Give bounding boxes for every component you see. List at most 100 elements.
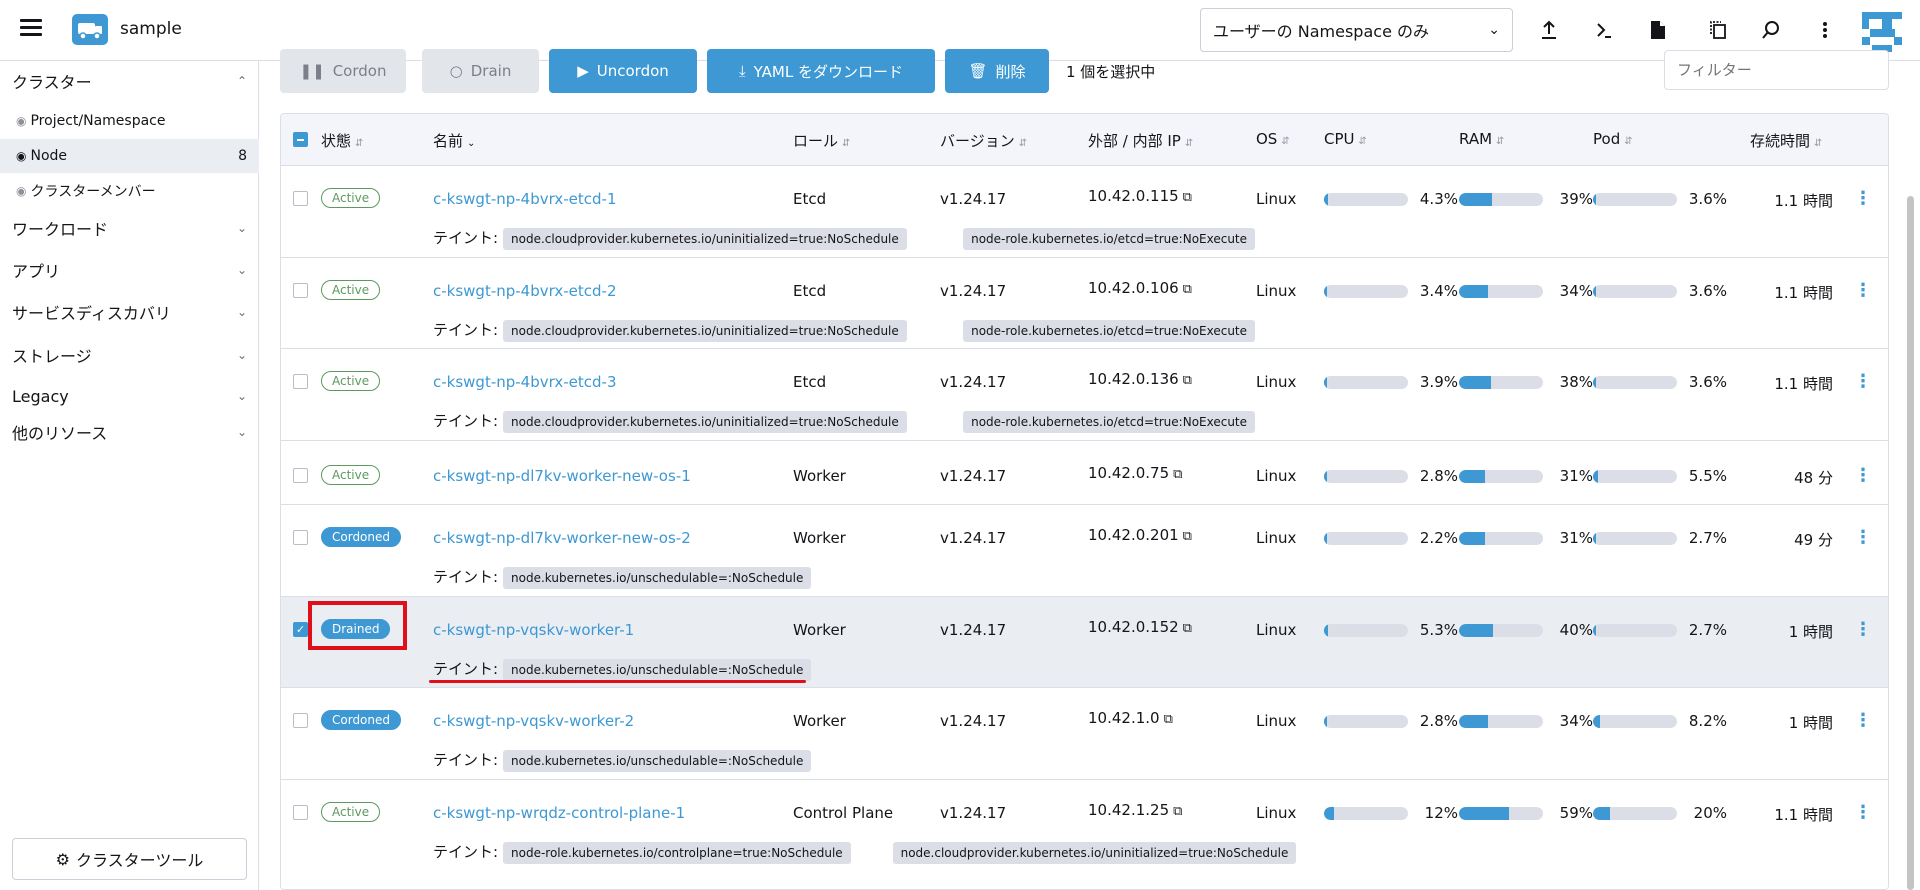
node-name-link[interactable]: c-kswgt-np-4bvrx-etcd-1 [433,190,617,208]
sidebar-group-other-resources[interactable]: 他のリソース ⌄ [0,418,259,446]
selection-count: 1 個を選択中 [1066,63,1156,81]
globe-icon: ◉ [16,149,27,163]
row-actions-icon[interactable]: ⋮ [1854,465,1872,486]
node-name-link[interactable]: c-kswgt-np-vqskv-worker-1 [433,621,634,639]
row-checkbox[interactable] [293,530,308,545]
column-header-name[interactable]: 名前 ⌄ [433,130,475,151]
status-badge: Active [321,802,381,822]
column-header-ram[interactable]: RAM ⇵ [1459,130,1504,148]
node-ip-value: 10.42.0.106 [1088,279,1179,297]
ram-usage-bar [1459,285,1543,298]
copy-ip-icon[interactable]: ⧉ [1183,190,1192,205]
namespace-filter-select[interactable]: ユーザーの Namespace のみ ⌄ [1200,8,1513,52]
row-actions-icon[interactable]: ⋮ [1854,280,1872,301]
highlight-box [308,601,407,650]
pod-usage-value: 3.6% [1688,282,1727,300]
cluster-logo-icon [72,14,108,45]
page-scrollbar[interactable] [1907,196,1914,890]
copy-ip-icon[interactable]: ⧉ [1173,467,1182,482]
copy-ip-icon[interactable]: ⧉ [1173,804,1182,819]
delete-button[interactable]: 🗑 削除 [945,49,1049,93]
copy-ip-icon[interactable]: ⧉ [1164,712,1173,727]
copy-ip-icon[interactable]: ⧉ [1183,282,1192,297]
cordon-button[interactable]: ❚❚ Cordon [280,49,406,93]
pod-usage-bar [1593,624,1677,637]
sidebar-item-cluster-members[interactable]: ◉ クラスターメンバー [0,174,259,208]
sort-icon: ⇵ [842,138,851,149]
drain-label: Drain [470,62,512,80]
node-ip-value: 10.42.0.152 [1088,618,1179,636]
status-badge: Active [321,188,381,208]
row-actions-icon[interactable]: ⋮ [1854,371,1872,392]
copy-ip-icon[interactable]: ⧉ [1183,621,1192,636]
row-actions-icon[interactable]: ⋮ [1854,710,1872,731]
drain-button[interactable]: ○ Drain [422,49,539,93]
table-row: Active c-kswgt-np-wrqdz-control-plane-1 Co… [281,780,1888,889]
sidebar-group-apps[interactable]: アプリ ⌄ [0,256,259,284]
sidebar-item-node[interactable]: ◉ Node 8 [0,139,259,173]
pod-usage-fill [1593,624,1596,637]
app-name[interactable]: sample [120,19,182,39]
download-yaml-button[interactable]: ⤓ YAML をダウンロード [707,49,935,93]
row-actions-icon[interactable]: ⋮ [1854,802,1872,823]
row-checkbox[interactable] [293,283,308,298]
pod-usage-value: 8.2% [1688,712,1727,730]
column-label: CPU [1324,130,1355,148]
copy-kubeconfig-icon[interactable] [1704,16,1732,44]
row-checkbox[interactable] [293,374,308,389]
node-name-link[interactable]: c-kswgt-np-4bvrx-etcd-3 [433,373,617,391]
row-actions-icon[interactable]: ⋮ [1854,619,1872,640]
sidebar-group-legacy[interactable]: Legacy ⌄ [0,382,259,410]
search-icon[interactable] [1757,16,1785,44]
pod-usage-value: 2.7% [1688,529,1727,547]
node-name-link[interactable]: c-kswgt-np-dl7kv-worker-new-os-2 [433,529,691,547]
node-age: 1.1 時間 [1774,284,1833,302]
more-actions-icon[interactable] [1811,16,1839,44]
row-checkbox[interactable] [293,805,308,820]
cluster-tools-button[interactable]: ⚙ クラスターツール [12,838,247,880]
row-checkbox[interactable]: ✓ [293,622,308,637]
cpu-usage-fill [1324,376,1328,389]
node-name-link[interactable]: c-kswgt-np-vqskv-worker-2 [433,712,634,730]
column-header-age[interactable]: 存続時間 ⇵ [1750,130,1822,151]
select-all-checkbox[interactable] [293,132,308,147]
table-row: Active c-kswgt-np-4bvrx-etcd-1 Etcd v1.24.1… [281,166,1888,258]
column-header-cpu[interactable]: CPU ⇵ [1324,130,1367,148]
row-actions-icon[interactable]: ⋮ [1854,188,1872,209]
cpu-usage-fill [1324,193,1328,206]
node-version: v1.24.17 [940,529,1007,547]
node-ip: 10.42.1.25 ⧉ [1088,801,1182,819]
column-header-version[interactable]: バージョン ⇵ [940,130,1027,151]
sidebar-item-project-namespace[interactable]: ◉ Project/Namespace [0,104,259,138]
copy-ip-icon[interactable]: ⧉ [1183,529,1192,544]
node-name-link[interactable]: c-kswgt-np-wrqdz-control-plane-1 [433,804,685,822]
row-checkbox[interactable] [293,713,308,728]
column-header-state[interactable]: 状態 ⇵ [321,130,363,151]
sidebar-group-workload[interactable]: ワークロード ⌄ [0,214,259,242]
row-actions-icon[interactable]: ⋮ [1854,527,1872,548]
row-checkbox[interactable] [293,468,308,483]
hamburger-menu-icon[interactable] [20,19,42,37]
kubeconfig-file-icon[interactable] [1644,16,1672,44]
user-avatar[interactable] [1862,12,1902,52]
column-header-role[interactable]: ロール ⇵ [793,130,850,151]
column-header-os[interactable]: OS ⇵ [1256,130,1290,148]
kubectl-shell-icon[interactable] [1590,16,1618,44]
sidebar-group-storage[interactable]: ストレージ ⌄ [0,341,259,369]
uncordon-button[interactable]: ▶ Uncordon [549,49,697,93]
node-version: v1.24.17 [940,373,1007,391]
row-checkbox[interactable] [293,191,308,206]
upload-icon[interactable] [1535,16,1563,44]
sidebar-group-service-discovery[interactable]: サービスディスカバリ ⌄ [0,298,259,326]
pod-usage-bar [1593,807,1677,820]
node-name-link[interactable]: c-kswgt-np-4bvrx-etcd-2 [433,282,617,300]
filter-input[interactable] [1664,50,1889,90]
taint-chip: node.kubernetes.io/unschedulable=:NoSche… [503,659,812,681]
node-name-link[interactable]: c-kswgt-np-dl7kv-worker-new-os-1 [433,467,691,485]
sidebar-group-cluster[interactable]: クラスター ⌃ [0,67,259,95]
taint-chip: node.kubernetes.io/unschedulable=:NoSche… [503,567,812,589]
node-ip-value: 10.42.0.75 [1088,464,1170,482]
column-header-ip[interactable]: 外部 / 内部 IP ⇵ [1088,130,1193,151]
copy-ip-icon[interactable]: ⧉ [1183,373,1192,388]
column-header-pod[interactable]: Pod ⇵ [1593,130,1633,148]
